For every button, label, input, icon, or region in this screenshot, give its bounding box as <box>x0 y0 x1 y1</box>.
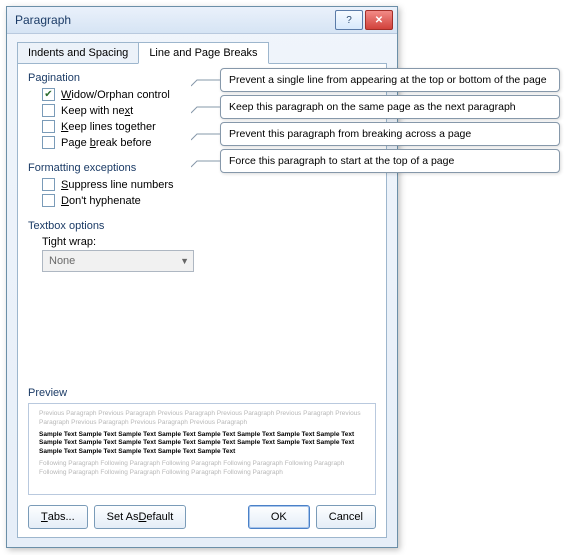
tabs-button[interactable]: Tabs... <box>28 505 88 529</box>
tab-line-page-breaks[interactable]: Line and Page Breaks <box>138 42 268 64</box>
window-buttons: ? ✕ <box>335 10 393 30</box>
dropdown-value: None <box>49 255 75 267</box>
checkbox-icon <box>42 88 55 101</box>
tab-strip: Indents and Spacing Line and Page Breaks <box>17 42 387 64</box>
group-title-textbox: Textbox options <box>28 220 376 232</box>
cancel-button[interactable]: Cancel <box>316 505 376 529</box>
preview-previous-text: Previous Paragraph Previous Paragraph Pr… <box>39 410 365 428</box>
checkbox-icon <box>42 120 55 133</box>
group-title-preview: Preview <box>28 387 376 399</box>
callout-widow: Prevent a single line from appearing at … <box>220 68 560 92</box>
callout-page-break: Force this paragraph to start at the top… <box>220 149 560 173</box>
preview-sample-text: Sample Text Sample Text Sample Text Samp… <box>39 431 365 457</box>
window-title: Paragraph <box>15 13 335 27</box>
checkbox-label: Keep with next <box>61 105 133 117</box>
preview-box: Previous Paragraph Previous Paragraph Pr… <box>28 403 376 495</box>
checkbox-icon <box>42 178 55 191</box>
set-default-button[interactable]: Set As Default <box>94 505 187 529</box>
checkbox-label: Page break before <box>61 137 152 149</box>
checkbox-label: Don't hyphenate <box>61 195 141 207</box>
chevron-down-icon: ▼ <box>180 256 189 266</box>
group-preview: Preview Previous Paragraph Previous Para… <box>28 387 376 495</box>
checkbox-label: Suppress line numbers <box>61 179 174 191</box>
preview-following-text: Following Paragraph Following Paragraph … <box>39 460 365 478</box>
tight-wrap-label: Tight wrap: <box>42 236 376 248</box>
close-button[interactable]: ✕ <box>365 10 393 30</box>
button-row: Tabs... Set As Default OK Cancel <box>28 505 376 529</box>
checkbox-dont-hyphenate[interactable]: Don't hyphenate <box>42 194 376 207</box>
callout-annotations: Prevent a single line from appearing at … <box>220 68 560 176</box>
checkbox-suppress-line-numbers[interactable]: Suppress line numbers <box>42 178 376 191</box>
callout-keep-next: Keep this paragraph on the same page as … <box>220 95 560 119</box>
checkbox-icon <box>42 194 55 207</box>
titlebar: Paragraph ? ✕ <box>7 7 397 34</box>
checkbox-icon <box>42 104 55 117</box>
tab-indents-spacing[interactable]: Indents and Spacing <box>17 42 139 64</box>
checkbox-label: Widow/Orphan control <box>61 89 170 101</box>
group-textbox-options: Textbox options Tight wrap: None ▼ <box>28 220 376 272</box>
tight-wrap-dropdown: None ▼ <box>42 250 194 272</box>
ok-button[interactable]: OK <box>248 505 310 529</box>
help-button[interactable]: ? <box>335 10 363 30</box>
checkbox-label: Keep lines together <box>61 121 156 133</box>
checkbox-icon <box>42 136 55 149</box>
callout-keep-together: Prevent this paragraph from breaking acr… <box>220 122 560 146</box>
